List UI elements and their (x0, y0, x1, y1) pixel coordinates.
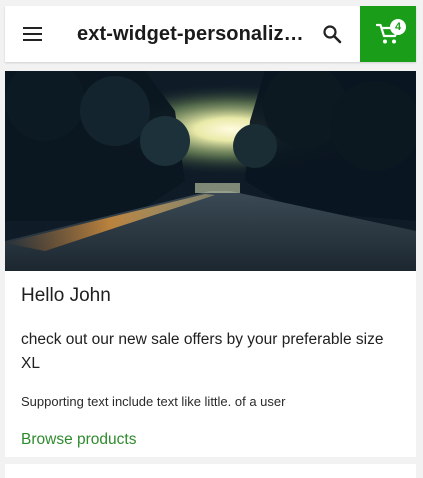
cart-button[interactable]: 4 (360, 6, 416, 62)
menu-icon (23, 27, 42, 41)
personalization-card: Hello John check out our new sale offers… (5, 71, 416, 457)
hero-image (5, 71, 416, 271)
top-app-bar: ext-widget-personalization 4 (5, 6, 416, 62)
sale-offer-text: check out our new sale offers by your pr… (21, 331, 384, 372)
cart-count-badge: 4 (390, 19, 406, 35)
search-icon (323, 25, 342, 44)
next-card-peek (5, 464, 416, 478)
browse-products-link[interactable]: Browse products (21, 431, 136, 449)
search-button[interactable] (304, 6, 360, 62)
menu-button[interactable] (5, 6, 61, 62)
page-title: ext-widget-personalization (77, 22, 304, 45)
greeting-title: Hello John (21, 285, 111, 306)
supporting-text: Supporting text include text like little… (21, 394, 286, 409)
